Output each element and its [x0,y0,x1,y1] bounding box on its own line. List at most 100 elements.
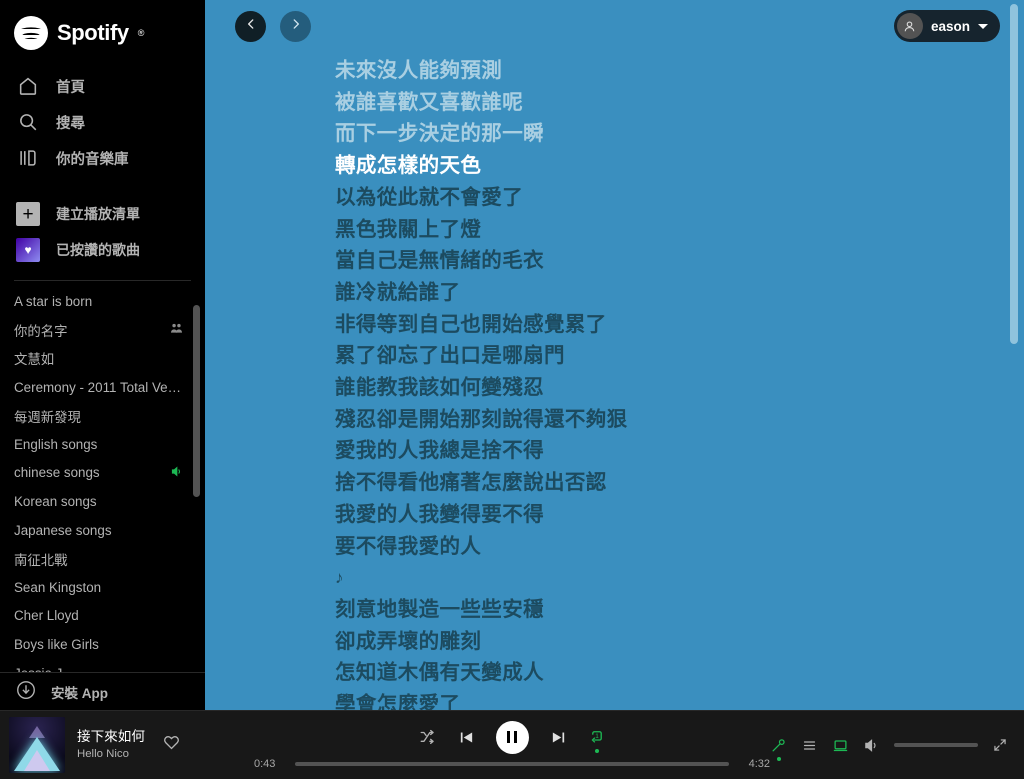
search-icon [16,110,40,134]
track-artist[interactable]: Hello Nico [77,746,145,762]
lyric-line[interactable]: 殘忍卻是開始那刻說得還不夠狠 [335,404,1024,436]
lyric-line[interactable]: 黑色我關上了燈 [335,214,1024,246]
lyric-line[interactable]: 學會怎麼愛了 [335,689,1024,710]
pause-icon[interactable] [495,720,529,754]
spotify-logo[interactable]: Spotify ® [0,0,205,50]
lyric-line[interactable]: 怎知道木偶有天變成人 [335,657,1024,689]
active-indicator-dot [594,749,599,753]
playlist-item[interactable]: English songs [0,430,205,459]
playlist-item[interactable]: 每週新發現 [0,401,205,430]
brand-name: Spotify [57,20,129,45]
playlist-item[interactable]: 你的名字 [0,316,205,345]
library-icon [16,146,40,170]
sidebar-item-home[interactable]: 首頁 [0,68,205,104]
queue-icon[interactable] [801,737,818,754]
lyric-line[interactable]: 要不得我愛的人 [335,531,1024,563]
library-actions: + 建立播放清單 ♥ 已按讚的歌曲 [0,196,205,268]
lyric-line[interactable]: 刻意地製造一些些安穩 [335,594,1024,626]
volume-icon[interactable] [863,737,880,754]
progress-bar-row: 0:43 4:32 [254,758,770,770]
main-scrollbar-thumb[interactable] [1010,4,1018,344]
progress-slider[interactable] [295,761,729,766]
shuffle-icon[interactable] [419,728,437,746]
chevron-left-icon [244,17,258,36]
sidebar-divider [14,280,191,281]
playlist-label: 你的名字 [14,323,68,339]
lyric-line[interactable]: 累了卻忘了出口是哪扇門 [335,340,1024,372]
track-title[interactable]: 接下來如何 [77,728,145,746]
install-app-button[interactable]: 安裝 App [0,672,205,710]
lyric-line-instrumental[interactable]: ♪ [335,562,1024,594]
playlist-item[interactable]: 文慧如 [0,344,205,373]
chevron-right-icon [289,17,303,36]
elapsed-time: 0:43 [254,757,276,770]
now-playing-speaker-icon [170,465,183,481]
heart-outline-icon[interactable] [163,734,180,756]
sidebar-item-search-label: 搜尋 [56,115,85,132]
create-playlist-button[interactable]: + 建立播放清單 [0,196,205,232]
collaborative-icon [170,322,183,338]
playback-controls: 1 0:43 4:32 [254,720,770,770]
next-track-icon[interactable] [550,729,567,746]
repeat-one-icon[interactable]: 1 [588,728,606,753]
active-indicator-dot [776,756,781,761]
lyric-line[interactable]: 非得等到自己也開始感覺累了 [335,309,1024,341]
lyric-line[interactable]: 愛我的人我總是捨不得 [335,435,1024,467]
transport-controls: 1 [419,720,606,754]
lyric-line[interactable]: 誰冷就給誰了 [335,277,1024,309]
lyric-line[interactable]: 捨不得看他痛著怎麼說出否認 [335,467,1024,499]
player-bar: 接下來如何 Hello Nico 1 0:43 4:32 [0,710,1024,779]
history-navigation [235,11,311,42]
playlist-item[interactable]: Japanese songs [0,516,205,545]
lyric-line[interactable]: 而下一步決定的那一瞬 [335,118,1024,150]
lyric-line[interactable]: 以為從此就不會愛了 [335,182,1024,214]
sidebar-item-search[interactable]: 搜尋 [0,104,205,140]
lyric-line-active[interactable]: 轉成怎樣的天色 [335,150,1024,182]
playlist-item[interactable]: Boys like Girls [0,630,205,659]
album-art-mountain[interactable] [9,717,65,773]
playlist-list: A star is born 你的名字 文慧如 Ceremony - 2011 … [0,287,205,679]
lyrics-panel: 未來沒人能夠預測 被誰喜歡又喜歡誰呢 而下一步決定的那一瞬 轉成怎樣的天色 以為… [205,0,1024,710]
microphone-lyrics-icon[interactable] [770,737,787,761]
lyric-line[interactable]: 卻成弄壞的雕刻 [335,626,1024,658]
playlist-item[interactable]: A star is born [0,287,205,316]
player-extra-controls [770,737,1024,761]
forward-button[interactable] [280,11,311,42]
lyric-line[interactable]: 被誰喜歡又喜歡誰呢 [335,87,1024,119]
total-duration: 4:32 [748,757,770,770]
lyric-line[interactable]: 當自己是無情緒的毛衣 [335,245,1024,277]
lyric-line[interactable]: 未來沒人能夠預測 [335,55,1024,87]
fullscreen-expand-icon[interactable] [992,737,1008,753]
track-meta: 接下來如何 Hello Nico [77,728,145,762]
back-button[interactable] [235,11,266,42]
lyric-line[interactable]: 我愛的人我變得要不得 [335,499,1024,531]
sidebar-item-library-label: 你的音樂庫 [56,151,129,168]
sidebar-item-home-label: 首頁 [56,79,85,96]
playlist-label: chinese songs [14,465,100,481]
lyric-line[interactable]: 誰能教我該如何變殘忍 [335,372,1024,404]
main-content: 未來沒人能夠預測 被誰喜歡又喜歡誰呢 而下一步決定的那一瞬 轉成怎樣的天色 以為… [205,0,1024,710]
previous-track-icon[interactable] [458,729,475,746]
playlist-item[interactable]: Sean Kingston [0,573,205,602]
playlist-label: Korean songs [14,493,97,509]
now-playing-info: 接下來如何 Hello Nico [0,717,254,773]
install-app-label: 安裝 App [51,685,108,701]
sidebar-scrollbar-thumb[interactable] [193,305,200,497]
download-icon [15,679,37,704]
playlist-item[interactable]: Ceremony - 2011 Total Versi... [0,373,205,402]
playlist-label: Sean Kingston [14,579,102,595]
home-icon [16,74,40,98]
trademark-symbol: ® [137,28,145,38]
liked-songs-button[interactable]: ♥ 已按讚的歌曲 [0,232,205,268]
playlist-item[interactable]: 南征北戰 [0,544,205,573]
playlist-item[interactable]: chinese songs [0,459,205,488]
volume-slider[interactable] [894,743,978,747]
playlist-label: 南征北戰 [14,552,68,568]
playlist-item[interactable]: Korean songs [0,487,205,516]
sidebar-item-library[interactable]: 你的音樂庫 [0,140,205,176]
user-avatar-icon [896,13,923,39]
connect-device-icon[interactable] [832,737,849,754]
playlist-item[interactable]: Cher Lloyd [0,602,205,631]
playlist-label: 每週新發現 [14,409,81,425]
user-menu-button[interactable]: eason [893,10,1000,42]
